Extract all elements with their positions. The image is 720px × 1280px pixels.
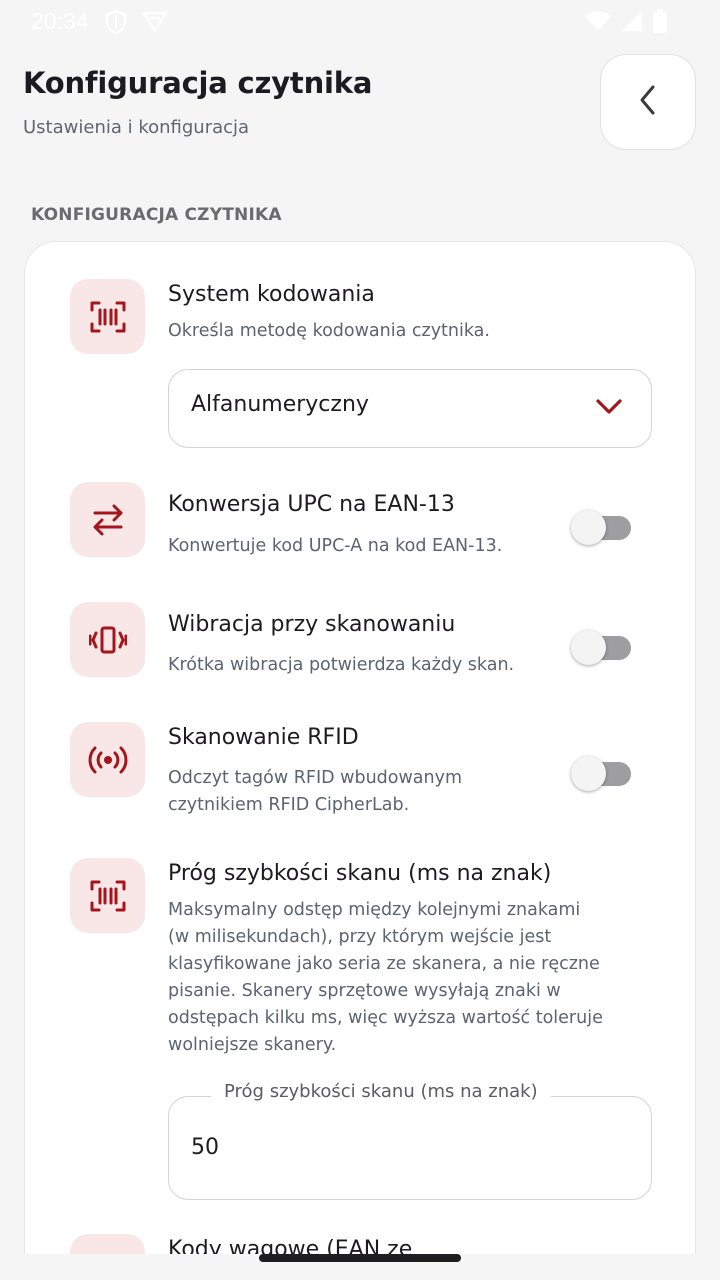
setting-description: Określa metodę kodowania czytnika. (168, 321, 490, 341)
setting-description-line: odstępach kilku ms, więc wyższa wartość … (168, 1008, 603, 1028)
select-value: Alfanumeryczny (191, 392, 369, 417)
toggle-thumb (571, 510, 606, 545)
header: Konfiguracja czytnika Ustawienia i konfi… (0, 52, 720, 162)
home-indicator[interactable] (259, 1254, 461, 1262)
setting-title: Skanowanie RFID (168, 725, 359, 750)
setting-description-line: pisanie. Skanery sprzętowe wysyłają znak… (168, 981, 561, 1001)
setting-description-line: (w milisekundach), przy którym wejście j… (168, 927, 552, 947)
barcode-scan-icon (70, 279, 145, 354)
upc-toggle[interactable] (571, 508, 631, 546)
field-label: Próg szybkości skanu (ms na znak) (211, 1081, 551, 1102)
vibration-toggle[interactable] (571, 628, 631, 666)
encoding-select[interactable]: Alfanumeryczny (168, 369, 652, 448)
chevron-down-icon (595, 397, 623, 421)
toggle-thumb (571, 630, 606, 665)
chevron-left-icon (636, 84, 660, 120)
status-bar: 20:34 (0, 0, 720, 46)
wifi-icon (584, 10, 612, 36)
swap-arrows-icon (70, 482, 145, 557)
setting-title: System kodowania (168, 282, 375, 307)
signal-icon (620, 10, 644, 36)
setting-description-line: Odczyt tagów RFID wbudowanym (168, 768, 463, 788)
setting-title: Próg szybkości skanu (ms na znak) (168, 861, 552, 886)
battery-icon (652, 9, 668, 37)
status-right-icons (584, 9, 668, 37)
setting-description-line: wolniejsze skanery. (168, 1035, 337, 1055)
section-label: KONFIGURACJA CZYTNIKA (31, 205, 282, 225)
settings-card: System kodowania Określa metodę kodowani… (24, 241, 696, 1280)
setting-description: Krótka wibracja potwierdza każdy skan. (168, 655, 515, 675)
setting-description: Konwertuje kod UPC-A na kod EAN-13. (168, 536, 503, 556)
speed-threshold-input[interactable]: Próg szybkości skanu (ms na znak) 50 (168, 1081, 652, 1200)
setting-title: Konwersja UPC na EAN-13 (168, 492, 455, 517)
status-time: 20:34 (31, 8, 89, 34)
back-button[interactable] (600, 54, 696, 150)
toggle-thumb (571, 756, 606, 791)
page-subtitle: Ustawienia i konfiguracja (23, 117, 250, 138)
rfid-signal-icon (70, 722, 145, 797)
setting-description-line: klasyfikowane jako seria ze skanera, a n… (168, 954, 600, 974)
setting-description-line: Maksymalny odstęp między kolejnymi znaka… (168, 900, 581, 920)
rfid-toggle[interactable] (571, 754, 631, 792)
page-title: Konfiguracja czytnika (23, 66, 373, 100)
vibration-icon (70, 602, 145, 677)
shield-icon (104, 9, 128, 39)
setting-title: Wibracja przy skanowaniu (168, 612, 456, 637)
barcode-scan-icon (70, 858, 145, 933)
app-logo-icon (141, 9, 169, 39)
status-left-icons (104, 9, 169, 39)
field-value: 50 (191, 1135, 219, 1160)
setting-description-line: czytnikiem RFID CipherLab. (168, 795, 410, 815)
